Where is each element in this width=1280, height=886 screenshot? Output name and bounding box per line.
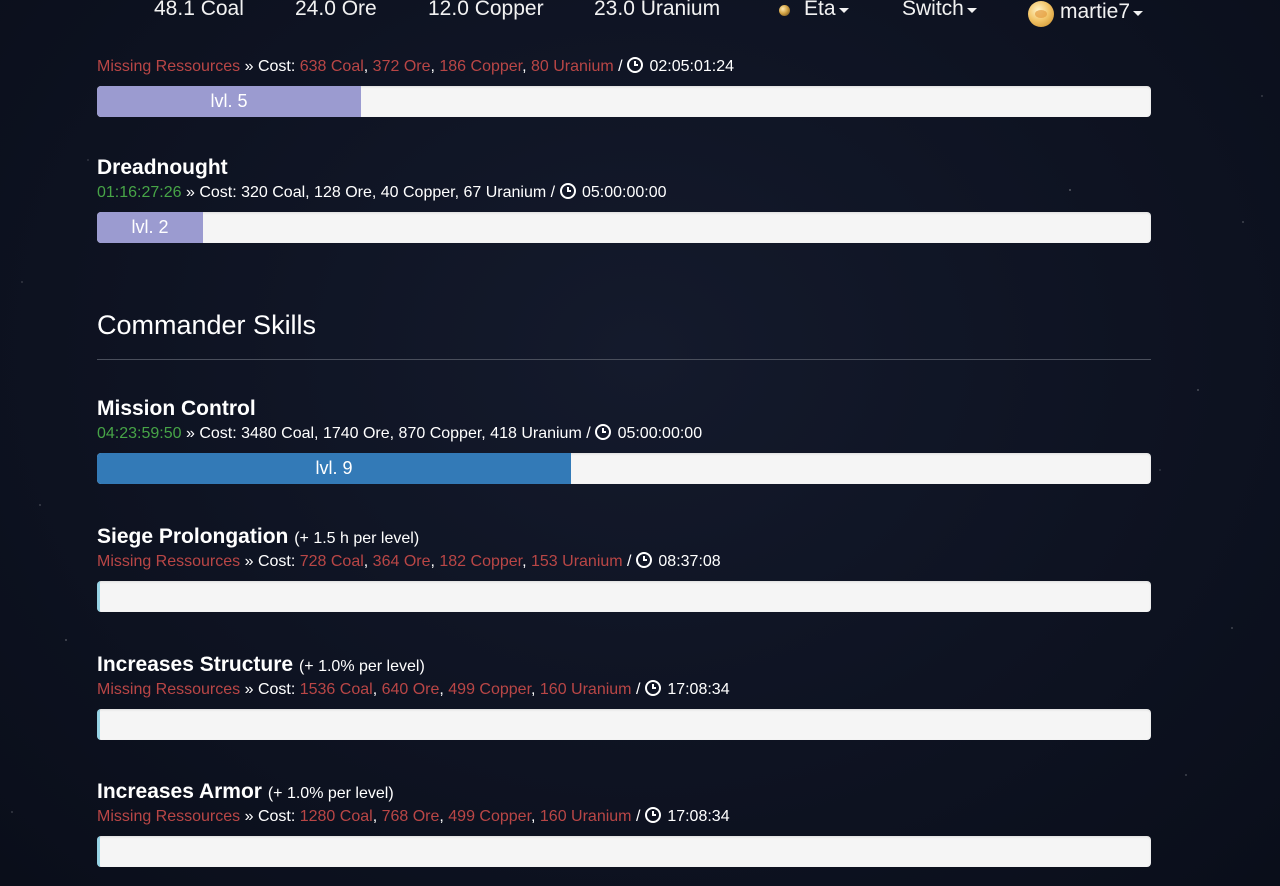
planet-menu[interactable]: Eta xyxy=(779,0,849,21)
cost-ore: 364 Ore xyxy=(372,553,431,570)
cost-coal: 638 Coal xyxy=(299,58,364,75)
skill-title: Increases Structure xyxy=(97,653,294,676)
chevron-down-icon xyxy=(966,8,977,13)
skill-mission-control: Mission Control 04:23:59:50 » Cost: 3480… xyxy=(97,395,1151,484)
level-bar xyxy=(97,581,100,612)
section-divider xyxy=(97,359,1151,360)
skill-increases-armor: Increases Armor (+ 1.0% per level) Missi… xyxy=(97,778,1151,867)
duration: 17:08:34 xyxy=(667,681,730,698)
clock-icon xyxy=(627,57,644,73)
clock-icon xyxy=(559,183,576,199)
resource-copper: 12.0 Copper xyxy=(428,0,544,20)
cost-ore: 640 Ore xyxy=(381,681,440,698)
duration: 05:00:00:00 xyxy=(617,425,703,442)
skill-title: Dreadnought xyxy=(97,156,228,179)
level-progress xyxy=(97,709,1151,740)
level-progress xyxy=(97,581,1151,612)
clock-icon xyxy=(595,424,612,440)
status-missing: Missing Ressources xyxy=(97,553,241,570)
level-bar: lvl. 5 xyxy=(97,86,361,117)
clock-icon xyxy=(635,552,652,568)
skill-siege-prolongation: Siege Prolongation (+ 1.5 h per level) M… xyxy=(97,523,1151,612)
skill-title: Siege Prolongation xyxy=(97,525,289,548)
resource-coal: 48.1 Coal xyxy=(154,0,244,20)
status-missing: Missing Ressources xyxy=(97,58,241,75)
cost-coal: 1536 Coal xyxy=(299,681,373,698)
skill-title-row: Siege Prolongation (+ 1.5 h per level) xyxy=(97,523,1151,551)
cost-copper: 499 Copper xyxy=(448,681,532,698)
countdown-timer: 01:16:27:26 xyxy=(97,184,182,201)
cost-uranium: 80 Uranium xyxy=(531,58,614,75)
skill-title: Increases Armor xyxy=(97,780,262,803)
level-bar xyxy=(97,709,100,740)
level-progress: lvl. 9 xyxy=(97,453,1151,484)
planet-menu-label: Eta xyxy=(804,0,836,20)
cost-uranium: 160 Uranium xyxy=(539,808,632,825)
duration: 17:08:34 xyxy=(667,808,730,825)
resource-ore: 24.0 Ore xyxy=(295,0,377,20)
cost-line: Missing Ressources » Cost: 1536 Coal, 64… xyxy=(97,680,730,698)
level-bar: lvl. 2 xyxy=(97,212,203,243)
cost-uranium: 153 Uranium xyxy=(531,553,623,570)
cost-ore: 372 Ore xyxy=(372,58,431,75)
level-progress xyxy=(97,836,1151,867)
clock-icon xyxy=(644,807,661,823)
skill-top: Missing Ressources » Cost: 638 Coal, 372… xyxy=(97,56,1151,117)
cost-line: Missing Ressources » Cost: 728 Coal, 364… xyxy=(97,552,721,570)
switch-menu-label: Switch xyxy=(902,0,964,20)
skill-bonus: (+ 1.0% per level) xyxy=(267,785,394,802)
level-progress: lvl. 2 xyxy=(97,212,1151,243)
clock-icon xyxy=(644,680,661,696)
skill-bonus: (+ 1.0% per level) xyxy=(298,658,425,675)
skill-dreadnought: Dreadnought 01:16:27:26 » Cost: 320 Coal… xyxy=(97,154,1151,243)
cost-coal: 728 Coal xyxy=(299,553,364,570)
countdown-timer: 04:23:59:50 xyxy=(97,425,182,442)
skill-title-row: Increases Structure (+ 1.0% per level) xyxy=(97,651,1151,679)
cost-copper: 499 Copper xyxy=(448,808,532,825)
planet-icon xyxy=(779,5,790,16)
cost-text: » Cost: 3480 Coal, 1740 Ore, 870 Copper,… xyxy=(181,425,596,442)
level-progress: lvl. 5 xyxy=(97,86,1151,117)
status-missing: Missing Ressources xyxy=(97,808,241,825)
cost-coal: 1280 Coal xyxy=(299,808,373,825)
cost-copper: 182 Copper xyxy=(439,553,523,570)
skill-bonus: (+ 1.5 h per level) xyxy=(294,530,420,547)
top-navbar: 48.1 Coal 24.0 Ore 12.0 Copper 23.0 Uran… xyxy=(0,0,1280,27)
resource-uranium: 23.0 Uranium xyxy=(594,0,721,20)
cost-line: Missing Ressources » Cost: 1280 Coal, 76… xyxy=(97,807,730,825)
skill-title: Mission Control xyxy=(97,397,256,420)
skill-increases-structure: Increases Structure (+ 1.0% per level) M… xyxy=(97,651,1151,740)
cost-copper: 186 Copper xyxy=(439,58,523,75)
cost-line: 04:23:59:50 » Cost: 3480 Coal, 1740 Ore,… xyxy=(97,423,1151,445)
level-bar xyxy=(97,836,100,867)
cost-label: » Cost: xyxy=(240,58,300,75)
duration: 08:37:08 xyxy=(658,553,721,570)
cost-line: Missing Ressources » Cost: 638 Coal, 372… xyxy=(97,57,735,75)
chevron-down-icon xyxy=(838,8,849,13)
user-menu[interactable]: martie7 xyxy=(1028,0,1144,27)
duration: 05:00:00:00 xyxy=(581,184,667,201)
user-menu-label: martie7 xyxy=(1060,0,1131,23)
section-title: Commander Skills xyxy=(97,310,317,340)
status-missing: Missing Ressources xyxy=(97,681,241,698)
chevron-down-icon xyxy=(1133,11,1144,16)
cost-ore: 768 Ore xyxy=(381,808,440,825)
duration: 02:05:01:24 xyxy=(649,58,735,75)
switch-menu[interactable]: Switch xyxy=(902,0,977,21)
cost-uranium: 160 Uranium xyxy=(539,681,632,698)
cost-text: » Cost: 320 Coal, 128 Ore, 40 Copper, 67… xyxy=(181,184,560,201)
skill-title-row: Increases Armor (+ 1.0% per level) xyxy=(97,778,1151,806)
level-bar: lvl. 9 xyxy=(97,453,571,484)
avatar xyxy=(1028,1,1054,27)
cost-line: 01:16:27:26 » Cost: 320 Coal, 128 Ore, 4… xyxy=(97,182,1151,204)
